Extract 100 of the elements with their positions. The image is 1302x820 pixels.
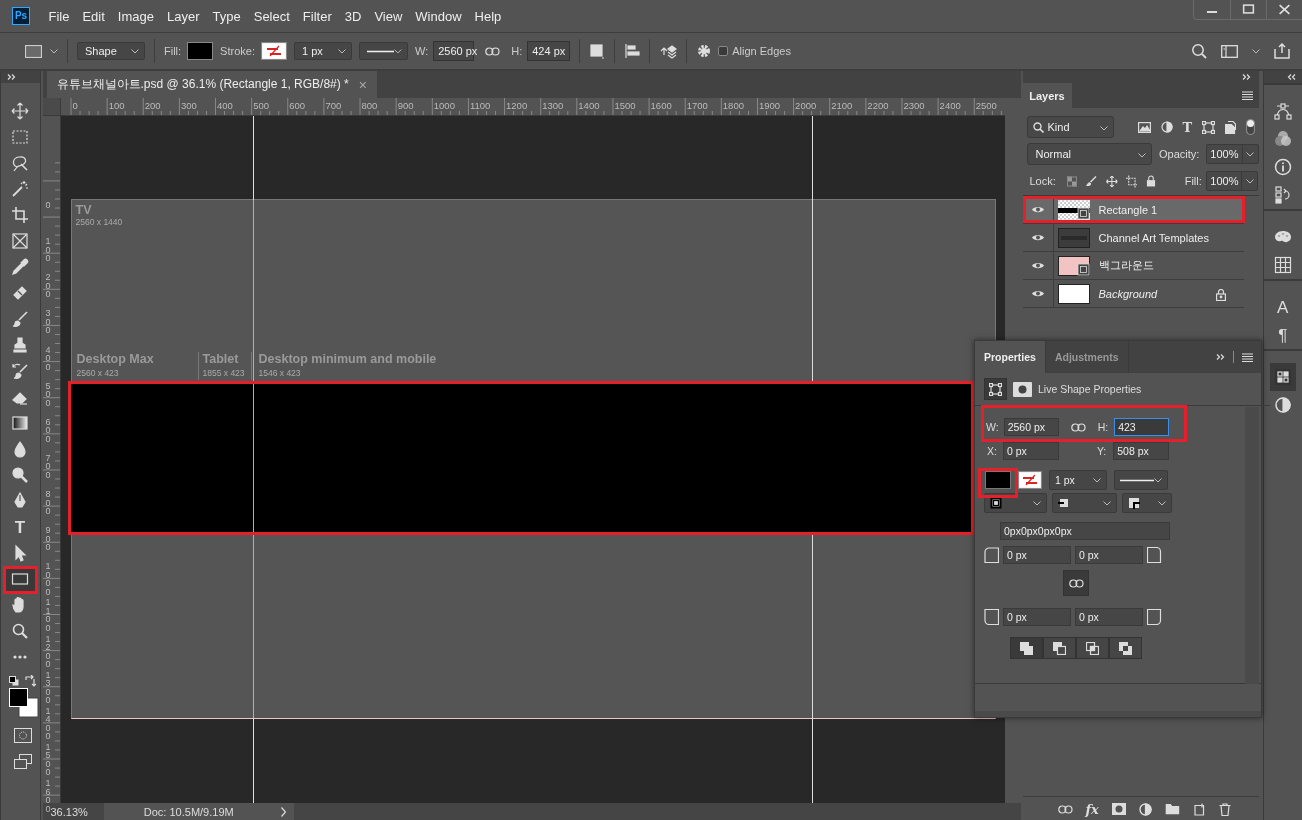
eye-icon[interactable] — [1030, 261, 1045, 270]
corner-field[interactable]: 0 px — [1003, 608, 1071, 626]
corner-field[interactable]: 0 px — [1003, 546, 1071, 564]
menu-item[interactable]: View — [367, 8, 409, 24]
menu-icon[interactable] — [1241, 91, 1253, 100]
y-field[interactable]: 508 px — [1113, 442, 1170, 460]
expand-icon[interactable] — [1241, 74, 1251, 80]
lock-icon[interactable] — [1145, 175, 1156, 187]
expand-icon[interactable] — [1216, 354, 1225, 360]
quick-mask-icon[interactable] — [14, 728, 32, 743]
stroke-swatch[interactable] — [260, 42, 287, 60]
link-corners-button[interactable] — [1063, 570, 1089, 596]
corner-radius-field[interactable]: 0px0px0px0px — [1000, 522, 1170, 540]
path-operations-icon[interactable] — [589, 43, 606, 59]
new-layer-icon[interactable] — [1192, 802, 1206, 816]
layer-row[interactable]: 백그라운드 — [1022, 252, 1244, 280]
height-field[interactable]: 424 px — [527, 41, 571, 61]
filter-dropdown[interactable]: Kind — [1026, 116, 1114, 138]
x-field[interactable]: 0 px — [1002, 442, 1059, 460]
adjustment-filter-icon[interactable] — [1160, 121, 1173, 133]
filter-toggle-icon[interactable] — [1246, 119, 1256, 135]
trash-icon[interactable] — [1218, 802, 1231, 816]
menu-item[interactable]: 3D — [338, 8, 368, 24]
channels-icon[interactable] — [1273, 130, 1292, 148]
stroke-swatch[interactable] — [1018, 471, 1042, 489]
stroke-style-dropdown[interactable] — [358, 42, 408, 60]
fill-swatch[interactable] — [187, 42, 214, 60]
link-icon[interactable] — [1070, 422, 1086, 432]
fill-swatch[interactable] — [985, 471, 1011, 489]
eye-icon[interactable] — [1030, 233, 1045, 242]
history-icon[interactable] — [1273, 186, 1292, 204]
info-icon[interactable] — [1273, 158, 1292, 176]
menu-item[interactable]: Window — [408, 8, 469, 24]
panel-tab[interactable]: Properties — [975, 341, 1046, 373]
layer-row[interactable]: Channel Art Templates — [1022, 224, 1244, 252]
mode-dropdown[interactable]: Shape — [77, 42, 145, 60]
panel-tab[interactable]: Adjustments — [1045, 341, 1129, 373]
smart-object-filter-icon[interactable] — [1225, 120, 1237, 134]
arrange-icon[interactable] — [659, 43, 678, 59]
width-field[interactable]: 2560 px — [1003, 418, 1059, 436]
shape-filter-icon[interactable] — [1202, 120, 1216, 134]
workspace-icon[interactable] — [1221, 44, 1238, 58]
menu-item[interactable]: Edit — [75, 8, 112, 24]
menu-item[interactable]: Filter — [296, 8, 339, 24]
adjustments-icon[interactable] — [1273, 396, 1292, 414]
expand-icon[interactable] — [7, 74, 16, 80]
type-tool[interactable]: T — [5, 514, 35, 540]
intersect-shapes-button[interactable] — [1076, 637, 1109, 659]
link-icon[interactable] — [1068, 578, 1084, 588]
stroke-corners-dropdown[interactable] — [1122, 493, 1172, 513]
menu-item[interactable]: Help — [468, 8, 508, 24]
align-edges-checkbox[interactable] — [718, 46, 729, 56]
layer-effects-button[interactable]: fx — [1085, 801, 1099, 817]
grid-icon[interactable] — [1273, 256, 1292, 274]
menu-item[interactable]: Type — [206, 8, 248, 24]
shape-properties-button[interactable] — [984, 378, 1007, 400]
swap-colors-icon[interactable] — [25, 675, 36, 687]
subtract-shape-button[interactable] — [1043, 637, 1076, 659]
brush-icon[interactable] — [1085, 175, 1097, 187]
crop-icon[interactable] — [1125, 174, 1138, 188]
default-colors-icon[interactable] — [9, 676, 19, 686]
panel-button[interactable] — [1269, 363, 1296, 391]
opacity-field[interactable]: 100% — [1206, 144, 1259, 164]
width-field[interactable]: 2560 px — [433, 41, 475, 61]
fill-field[interactable]: 100% — [1206, 171, 1259, 191]
scrollbar[interactable] — [1245, 407, 1259, 684]
collapse-icon[interactable] — [1287, 74, 1296, 80]
character-panel-button[interactable]: A — [1277, 298, 1289, 316]
search-icon[interactable] — [1191, 43, 1207, 59]
link-icon[interactable] — [485, 46, 501, 56]
menu-item[interactable]: Layer — [160, 8, 207, 24]
folder-icon[interactable] — [1164, 803, 1180, 815]
mask-icon[interactable] — [1111, 803, 1126, 815]
stroke-style-dropdown[interactable] — [1114, 470, 1168, 490]
menu-item[interactable]: Image — [111, 8, 161, 24]
eye-icon[interactable] — [1030, 289, 1045, 298]
layers-tab[interactable]: Layers — [1022, 83, 1072, 108]
stroke-caps-dropdown[interactable] — [1052, 493, 1117, 513]
menu-item[interactable]: Select — [247, 8, 297, 24]
paragraph-panel-button[interactable]: ¶ — [1278, 326, 1288, 344]
height-field[interactable]: 423 — [1114, 418, 1170, 436]
color-swatches-icon[interactable] — [9, 688, 39, 718]
corner-field[interactable]: 0 px — [1075, 608, 1143, 626]
move-icon[interactable] — [1105, 174, 1118, 188]
link-icon[interactable] — [1057, 804, 1073, 814]
eye-icon[interactable] — [1030, 205, 1045, 214]
document-tab[interactable]: 유튜브채널아트.psd @ 36.1% (Rectangle 1, RGB/8#) * × — [46, 71, 377, 98]
zoom-level[interactable]: 36.13% — [50, 806, 88, 818]
mask-icon[interactable] — [1013, 381, 1032, 397]
menu-item[interactable]: File — [42, 8, 76, 24]
stroke-width-dropdown[interactable]: 1 px — [1049, 470, 1107, 490]
settings-icon[interactable] — [696, 43, 713, 59]
blend-mode-dropdown[interactable]: Normal — [1026, 143, 1152, 165]
share-icon[interactable] — [1274, 43, 1290, 59]
exclude-shapes-button[interactable] — [1109, 637, 1142, 659]
paths-icon[interactable] — [1273, 102, 1292, 120]
corner-field[interactable]: 0 px — [1075, 546, 1143, 564]
stroke-width-dropdown[interactable]: 1 px — [293, 42, 352, 60]
libraries-icon[interactable] — [1273, 368, 1292, 386]
type-filter[interactable]: T — [1182, 119, 1193, 135]
